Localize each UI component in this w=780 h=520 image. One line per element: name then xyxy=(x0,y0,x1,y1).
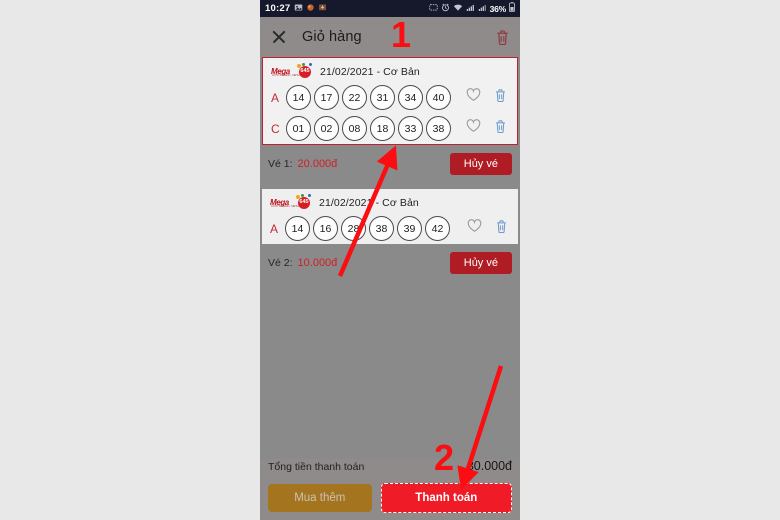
number-ball[interactable]: 22 xyxy=(342,85,367,110)
phone-screen: 10:27 36% Giỏ hàng Mega LOTO TU CHON - V… xyxy=(260,0,520,520)
ticket-number-row: C 01 02 08 18 33 38 xyxy=(263,113,517,144)
mega645-logo: Mega LOTO TU CHON - VIETLOTT 645 xyxy=(271,63,313,79)
trash-icon xyxy=(497,29,508,45)
image-icon xyxy=(294,3,303,15)
ticket-card[interactable]: Mega LOTO TU CHON - VIETLOTT 645 21/02/2… xyxy=(262,57,518,145)
number-ball[interactable]: 34 xyxy=(398,85,423,110)
page-title: Giỏ hàng xyxy=(302,29,362,45)
pay-button[interactable]: Thanh toán xyxy=(380,483,512,513)
mega645-logo: Mega LOTO TU CHON - VIETLOTT 645 xyxy=(270,194,312,210)
number-ball[interactable]: 17 xyxy=(314,85,339,110)
footer-buttons: Mua thêm Thanh toán xyxy=(268,483,512,513)
annotation-label-1: 1 xyxy=(391,14,412,55)
trash-icon[interactable] xyxy=(494,119,507,139)
row-letter: C xyxy=(271,121,280,136)
signal2-icon xyxy=(478,3,487,15)
status-bar-time: 10:27 xyxy=(265,3,291,14)
price-value: 20.000đ xyxy=(297,158,338,170)
logo-dot-blue xyxy=(309,63,312,66)
ticket-date: 21/02/2021 - Cơ Bản xyxy=(319,196,419,209)
trash-icon[interactable] xyxy=(495,219,508,239)
ticket-price-row: Vé 1: 20.000đ Hủy vé xyxy=(260,145,520,183)
number-ball[interactable]: 02 xyxy=(314,116,339,141)
app-header: Giỏ hàng xyxy=(260,17,520,57)
number-ball[interactable]: 42 xyxy=(425,216,450,241)
number-ball[interactable]: 16 xyxy=(313,216,338,241)
status-bar: 10:27 36% xyxy=(260,0,520,17)
ticket-card-header: Mega LOTO TU CHON - VIETLOTT 645 21/02/2… xyxy=(263,58,517,82)
total-value: 30.000đ xyxy=(466,459,512,473)
ticket-price-row: Vé 2: 10.000đ Hủy vé xyxy=(260,244,520,282)
price-value: 10.000đ xyxy=(297,257,338,269)
cancel-ticket-button[interactable]: Hủy vé xyxy=(449,252,512,274)
number-ball[interactable]: 31 xyxy=(370,85,395,110)
battery-percent: 36% xyxy=(489,3,507,14)
number-ball[interactable]: 39 xyxy=(397,216,422,241)
status-bar-left-icons xyxy=(294,3,327,15)
logo-dot-blue xyxy=(308,194,311,197)
logo-ball: 645 xyxy=(299,66,311,78)
screenshot-root: 10:27 36% Giỏ hàng Mega LOTO TU CHON - V… xyxy=(0,0,780,520)
delete-all-button[interactable] xyxy=(495,29,510,46)
number-ball[interactable]: 08 xyxy=(342,116,367,141)
ticket-number-row: A 14 17 22 31 34 40 xyxy=(263,82,517,113)
screen-mirror-icon xyxy=(428,3,438,15)
ticket-card[interactable]: Mega LOTO TU CHON - VIETLOTT 645 21/02/2… xyxy=(262,189,518,244)
ticket-item: Mega LOTO TU CHON - VIETLOTT 645 21/02/2… xyxy=(260,57,520,183)
battery-icon xyxy=(509,2,515,15)
total-row: Tổng tiền thanh toán 30.000đ xyxy=(268,459,512,483)
status-bar-right-icons: 36% xyxy=(428,2,515,15)
number-ball[interactable]: 01 xyxy=(286,116,311,141)
cancel-ticket-button[interactable]: Hủy vé xyxy=(449,153,512,175)
heart-icon[interactable] xyxy=(466,119,481,138)
number-ball[interactable]: 33 xyxy=(398,116,423,141)
number-ball[interactable]: 28 xyxy=(341,216,366,241)
number-ball[interactable]: 38 xyxy=(369,216,394,241)
price-label: Vé 2: xyxy=(268,257,293,269)
ticket-date: 21/02/2021 - Cơ Bản xyxy=(320,65,420,78)
number-ball[interactable]: 18 xyxy=(370,116,395,141)
ticket-number-row: A 14 16 28 38 39 42 xyxy=(262,213,518,244)
row-letter: A xyxy=(271,90,280,105)
number-balls: 14 17 22 31 34 40 xyxy=(286,85,451,110)
number-balls: 14 16 28 38 39 42 xyxy=(285,216,450,241)
droplet-icon xyxy=(306,3,315,15)
row-letter: A xyxy=(270,221,279,236)
download-icon xyxy=(318,3,327,15)
number-ball[interactable]: 14 xyxy=(285,216,310,241)
number-ball[interactable]: 14 xyxy=(286,85,311,110)
heart-icon[interactable] xyxy=(466,88,481,107)
ticket-card-header: Mega LOTO TU CHON - VIETLOTT 645 21/02/2… xyxy=(262,189,518,213)
cart-list[interactable]: Mega LOTO TU CHON - VIETLOTT 645 21/02/2… xyxy=(260,57,520,480)
row-actions xyxy=(466,88,509,108)
checkout-footer: Tổng tiền thanh toán 30.000đ Mua thêm Th… xyxy=(260,459,520,520)
signal-icon xyxy=(466,3,475,15)
buy-more-button[interactable]: Mua thêm xyxy=(268,484,372,512)
row-actions xyxy=(466,119,509,139)
number-ball[interactable]: 38 xyxy=(426,116,451,141)
close-icon[interactable] xyxy=(270,28,288,46)
wifi-icon xyxy=(453,3,463,15)
heart-icon[interactable] xyxy=(467,219,482,238)
logo-ball: 645 xyxy=(298,197,310,209)
annotation-label-2: 2 xyxy=(434,437,455,478)
row-actions xyxy=(467,219,510,239)
alarm-icon xyxy=(441,3,450,15)
number-balls: 01 02 08 18 33 38 xyxy=(286,116,451,141)
total-label: Tổng tiền thanh toán xyxy=(268,461,365,473)
ticket-item: Mega LOTO TU CHON - VIETLOTT 645 21/02/2… xyxy=(260,189,520,282)
trash-icon[interactable] xyxy=(494,88,507,108)
number-ball[interactable]: 40 xyxy=(426,85,451,110)
price-label: Vé 1: xyxy=(268,158,293,170)
